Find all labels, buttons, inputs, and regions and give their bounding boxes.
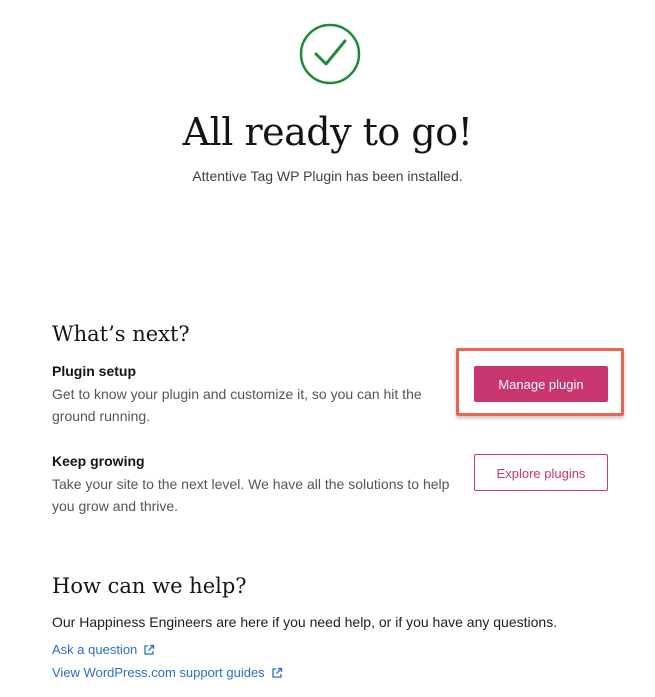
support-guides-link[interactable]: View WordPress.com support guides: [52, 664, 283, 682]
plugin-setup-section: Plugin setup Get to know your plugin and…: [52, 361, 462, 427]
external-link-icon: [272, 667, 282, 678]
page-title: All ready to go!: [182, 110, 473, 154]
plugin-setup-title: Plugin setup: [52, 363, 136, 379]
help-heading: How can we help?: [52, 574, 247, 598]
plugin-setup-description: Get to know your plugin and customize it…: [52, 386, 422, 424]
help-description: Our Happiness Engineers are here if you …: [52, 614, 558, 630]
checkmark-circle-icon: [299, 23, 361, 85]
keep-growing-section: Keep growing Take your site to the next …: [52, 451, 462, 517]
ask-question-label: Ask a question: [52, 642, 138, 657]
manage-plugin-button[interactable]: Manage plugin: [474, 366, 608, 402]
external-link-icon: [144, 644, 155, 655]
install-confirmation-text: Attentive Tag WP Plugin has been install…: [192, 168, 463, 184]
whats-next-heading: What’s next?: [52, 322, 190, 346]
explore-plugins-button[interactable]: Explore plugins: [474, 454, 608, 491]
keep-growing-description: Take your site to the next level. We hav…: [52, 476, 450, 514]
ask-question-link[interactable]: Ask a question: [52, 641, 155, 659]
keep-growing-title: Keep growing: [52, 453, 145, 469]
support-guides-label: View WordPress.com support guides: [52, 665, 265, 680]
